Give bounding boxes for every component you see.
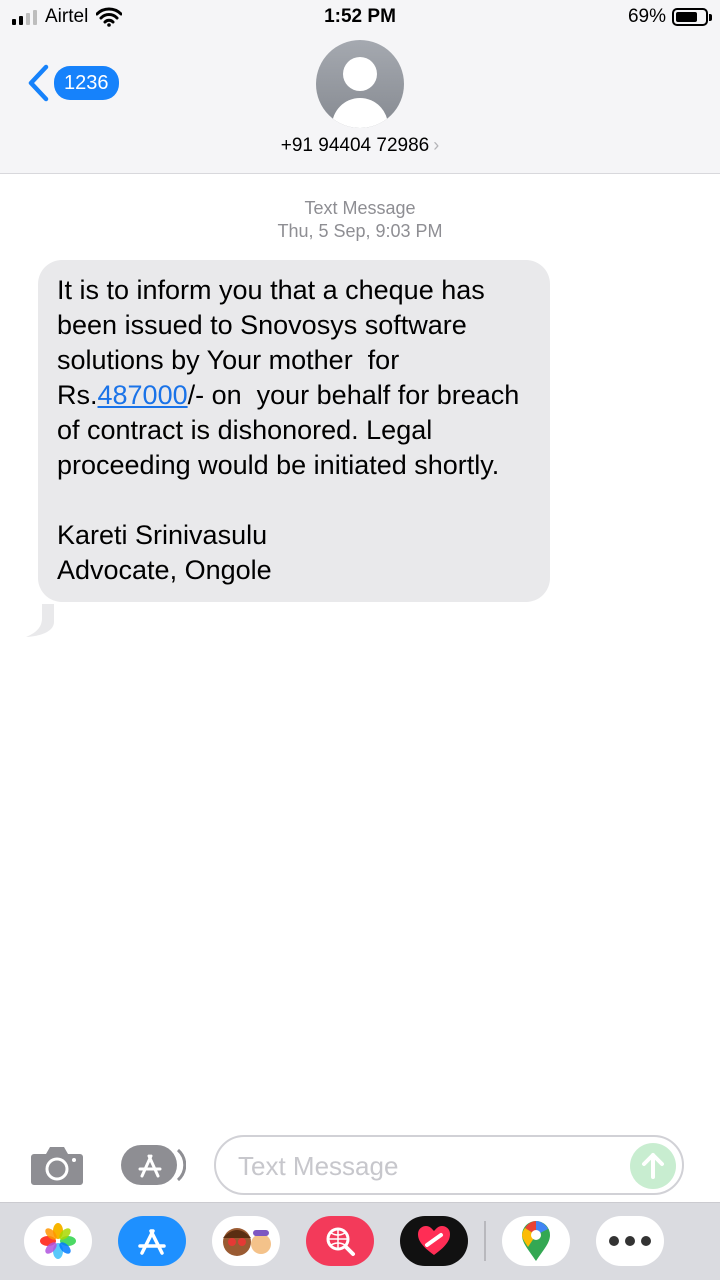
camera-icon[interactable] [30,1144,84,1186]
incoming-message-bubble[interactable]: It is to inform you that a cheque has be… [38,260,550,602]
composer-bar: Text Message [0,1132,720,1202]
contact-avatar[interactable] [316,40,404,128]
messages-screen: Airtel 1:52 PM 69% 1236 +91 94404 72986 … [0,0,720,1280]
contact-details-button[interactable]: +91 94404 72986 › [0,135,720,157]
chevron-right-icon: › [433,135,440,155]
arrow-up-icon [642,1153,664,1179]
battery-percent: 69% [627,6,666,27]
contact-number: +91 94404 72986 [280,135,430,156]
chevron-left-icon [28,64,49,102]
send-button[interactable] [630,1143,676,1189]
digital-touch-icon[interactable] [400,1216,468,1266]
status-bar: Airtel 1:52 PM 69% [0,0,720,38]
app-store-icon[interactable] [118,1216,186,1266]
app-store-icon[interactable] [120,1144,186,1186]
message-timestamp: Thu, 5 Sep, 9:03 PM [277,221,443,241]
bubble-tail [26,604,54,637]
status-right: 69% [627,6,712,28]
conversation-header: Airtel 1:52 PM 69% 1236 +91 94404 72986 … [0,0,720,174]
more-icon[interactable] [596,1216,664,1266]
unread-count-badge: 1236 [54,66,119,100]
web-search-icon[interactable] [306,1216,374,1266]
photos-icon[interactable] [24,1216,92,1266]
message-input-placeholder: Text Message [238,1151,399,1181]
battery-icon [672,8,712,26]
memoji-icon[interactable] [212,1216,280,1266]
app-drawer [0,1202,720,1280]
google-maps-icon[interactable] [502,1216,570,1266]
status-time: 1:52 PM [324,6,396,27]
back-button[interactable]: 1236 [26,64,119,102]
drawer-divider [484,1221,486,1261]
message-type-label: Text Message [304,198,416,218]
message-text-part2: /- on your behalf for breach of contract… [57,380,520,585]
message-input[interactable]: Text Message [214,1135,684,1195]
amount-link[interactable]: 487000 [98,380,188,410]
